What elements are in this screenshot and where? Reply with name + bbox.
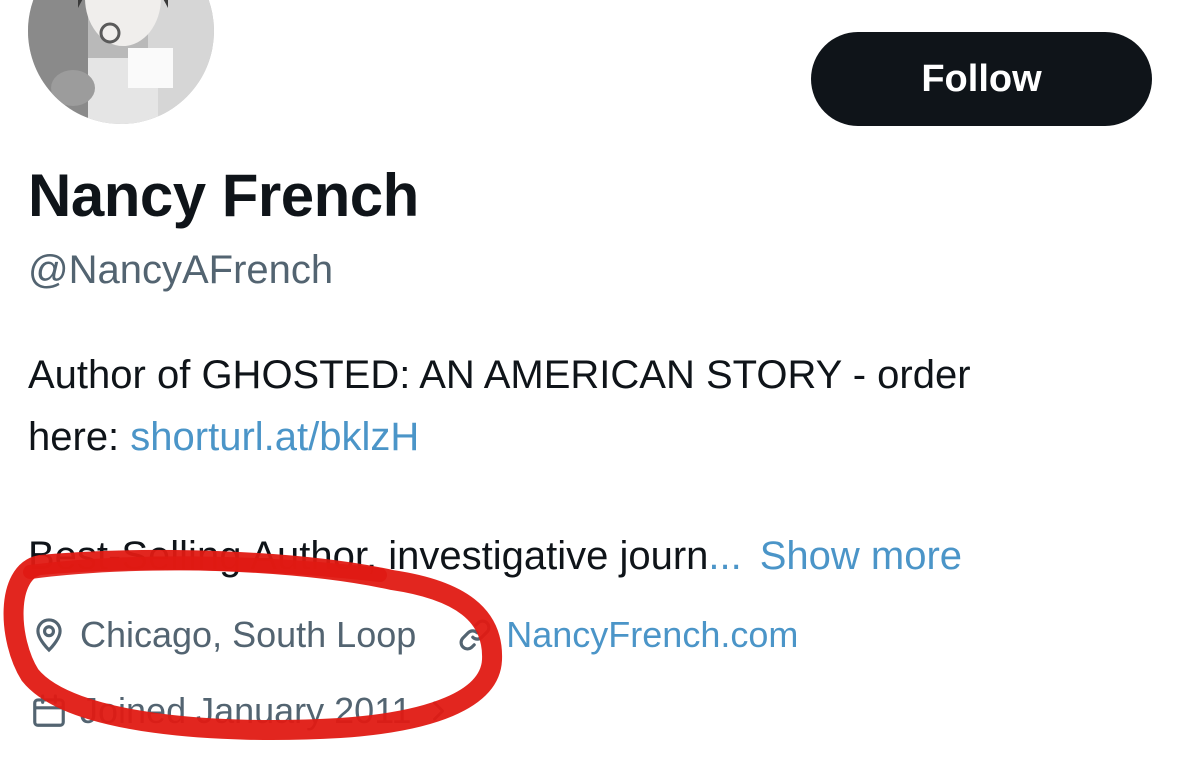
profile-header: Follow Nancy French @NancyAFrench Author… (0, 0, 1179, 780)
bio: Author of GHOSTED: AN AMERICAN STORY - o… (28, 344, 1158, 468)
joined-row[interactable]: Joined January 2011 (30, 688, 452, 734)
bio-line-1: Author of GHOSTED: AN AMERICAN STORY - o… (28, 353, 971, 397)
avatar[interactable] (24, 0, 218, 128)
avatar-photo (28, 0, 214, 124)
link-icon (456, 616, 494, 654)
location-text: Chicago, South Loop (80, 614, 417, 655)
bio-ellipsis: ... (708, 534, 742, 578)
display-name: Nancy French (28, 162, 419, 229)
show-more-link[interactable]: Show more (760, 534, 962, 578)
bio-line-3-text: Best-Selling Author, investigative journ (28, 534, 709, 578)
follow-button[interactable]: Follow (811, 32, 1152, 126)
calendar-icon (30, 692, 68, 730)
user-handle: @NancyAFrench (28, 248, 334, 292)
joined-text: Joined January 2011 (80, 690, 412, 731)
bio-line-3: Best-Selling Author, investigative journ… (28, 526, 962, 586)
location-pin-icon (30, 616, 68, 654)
chevron-right-icon (424, 697, 452, 725)
location-website-row: Chicago, South Loop NancyFrench.com (30, 612, 798, 658)
bio-short-link[interactable]: shorturl.at/bklzH (130, 415, 419, 459)
website-link[interactable]: NancyFrench.com (506, 612, 798, 658)
bio-line-2: here: shorturl.at/bklzH (28, 406, 1158, 468)
bio-line-2-prefix: here: (28, 415, 131, 459)
